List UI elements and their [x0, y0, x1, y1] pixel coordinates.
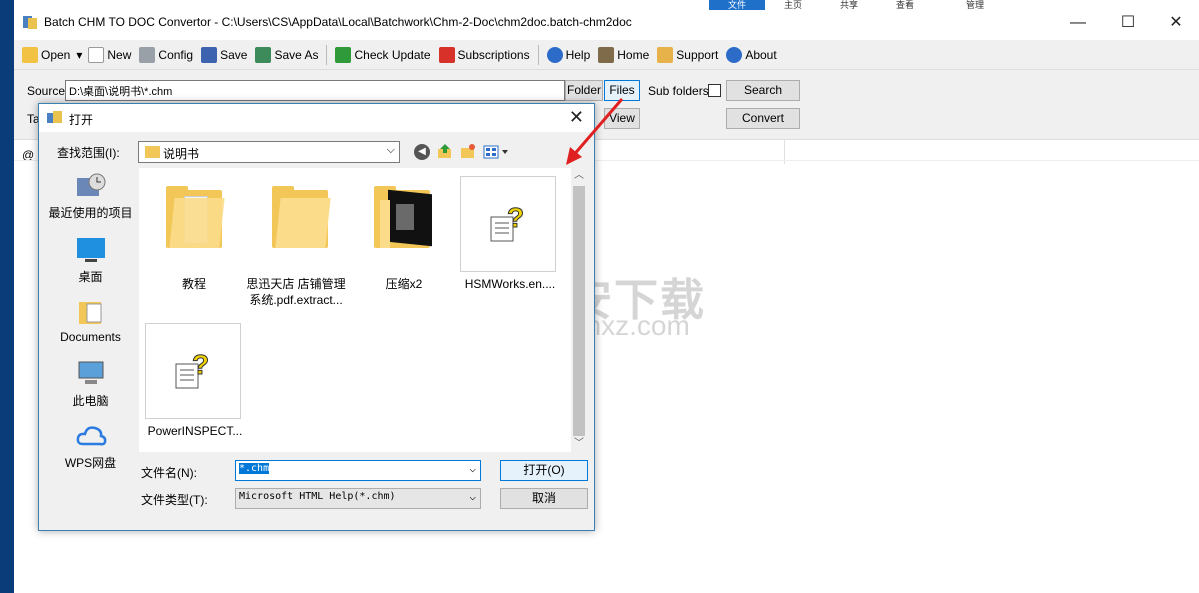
- open-icon: [22, 46, 38, 63]
- about-button[interactable]: About: [722, 42, 780, 68]
- save-icon: [201, 46, 218, 63]
- ribbon-tab-share[interactable]: 共享: [821, 0, 877, 10]
- subscriptions-button[interactable]: Subscriptions: [435, 42, 534, 68]
- filetype-label: 文件类型(T):: [141, 493, 208, 507]
- ribbon-tab-file[interactable]: 文件: [709, 0, 765, 10]
- filename-input[interactable]: *.chm ⌵: [235, 460, 481, 481]
- open-file-dialog: 打开 ✕ 查找范围(I): 说明书 ⌵ ◀ 最近使用的项目 桌面 Documen…: [38, 103, 595, 531]
- desktop-icon: [75, 236, 107, 264]
- subfolders-checkbox[interactable]: [708, 84, 721, 97]
- ribbon-tab-manage[interactable]: 管理: [947, 0, 1003, 10]
- info-icon: [726, 46, 743, 63]
- folder-icon: [145, 146, 160, 158]
- scroll-thumb[interactable]: [573, 186, 585, 436]
- folder-icon: [166, 186, 225, 248]
- filetype-select[interactable]: Microsoft HTML Help(*.chm) ⌵: [235, 488, 481, 509]
- filename-value: *.chm: [239, 463, 270, 474]
- recent-icon: [75, 172, 107, 200]
- title-bar: Batch CHM TO DOC Convertor - C:\Users\CS…: [14, 0, 1199, 44]
- chevron-down-icon: ⌵: [386, 144, 395, 156]
- new-folder-icon[interactable]: [460, 143, 476, 159]
- open-file-button[interactable]: 打开(O): [500, 460, 588, 481]
- chm-file-icon: ?: [145, 323, 241, 419]
- subscriptions-icon: [438, 46, 455, 63]
- lookin-combobox[interactable]: 说明书 ⌵: [138, 141, 400, 163]
- place-recent[interactable]: 最近使用的项目: [43, 172, 138, 221]
- lookin-value: 说明书: [163, 147, 200, 161]
- update-icon: [335, 46, 352, 63]
- dialog-bottom: 文件名(N): *.chm ⌵ 文件类型(T): Microsoft HTML …: [139, 454, 588, 526]
- scroll-up-icon[interactable]: ︿: [571, 168, 587, 184]
- open-button[interactable]: Open: [18, 42, 74, 68]
- file-item-folder[interactable]: 思迅天店 店铺管理 系统.pdf.extract...: [246, 180, 346, 310]
- minimize-button[interactable]: —: [1055, 12, 1101, 36]
- svg-text:?: ?: [192, 349, 209, 380]
- support-icon: [657, 46, 674, 63]
- chevron-down-icon: ⌵: [469, 462, 476, 475]
- filetype-value: Microsoft HTML Help(*.chm): [239, 491, 396, 502]
- toolbar-separator: [537, 44, 539, 65]
- save-as-icon: [255, 46, 272, 63]
- toolbar: Open ▾ New Config Save Save As Check Upd…: [14, 40, 1199, 70]
- check-update-button[interactable]: Check Update: [331, 42, 434, 68]
- annotation-arrow: [566, 98, 624, 165]
- place-documents[interactable]: Documents: [43, 298, 138, 344]
- desktop-background: [0, 0, 14, 593]
- ribbon-tabs: 文件 主页 共享 查看 管理: [709, 0, 1003, 12]
- lookin-label: 查找范围(I):: [57, 146, 120, 160]
- convert-button[interactable]: Convert: [726, 108, 800, 129]
- file-item-folder[interactable]: 教程: [144, 180, 244, 291]
- dialog-app-icon: [47, 111, 63, 125]
- close-button[interactable]: ✕: [1153, 12, 1199, 36]
- search-button[interactable]: Search: [726, 80, 800, 101]
- back-icon[interactable]: ◀: [414, 144, 430, 160]
- computer-icon: [75, 360, 107, 388]
- config-button[interactable]: Config: [135, 42, 197, 68]
- open-dropdown-button[interactable]: ▾: [74, 42, 84, 68]
- save-as-button[interactable]: Save As: [251, 42, 322, 68]
- home-button[interactable]: Home: [594, 42, 653, 68]
- window-title: Batch CHM TO DOC Convertor - C:\Users\CS…: [44, 15, 632, 29]
- file-list: 教程 思迅天店 店铺管理 系统.pdf.extract... 压缩x2 ? HS…: [139, 168, 586, 452]
- dropdown-arrow-icon: ▾: [76, 47, 83, 62]
- view-menu-icon[interactable]: [483, 144, 511, 160]
- file-item-chm[interactable]: ? PowerINSPECT...: [145, 323, 245, 441]
- file-list-scrollbar[interactable]: ︿ ﹀: [571, 168, 587, 452]
- home-icon: [598, 46, 615, 63]
- source-input[interactable]: D:\桌面\说明书\*.chm: [65, 80, 565, 101]
- cancel-button[interactable]: 取消: [500, 488, 588, 509]
- scroll-down-icon[interactable]: ﹀: [571, 436, 587, 452]
- toolbar-separator: [326, 44, 328, 65]
- chevron-down-icon: ⌵: [469, 490, 476, 503]
- places-bar: 最近使用的项目 桌面 Documents 此电脑 WPS网盘: [43, 164, 138, 526]
- dialog-title-bar: 打开 ✕: [39, 104, 594, 132]
- place-this-pc[interactable]: 此电脑: [43, 360, 138, 409]
- maximize-button[interactable]: ☐: [1105, 12, 1151, 36]
- config-icon: [139, 46, 156, 63]
- subfolders-label: Sub folders: [648, 84, 709, 98]
- documents-icon: [75, 298, 107, 326]
- file-item-folder[interactable]: 压缩x2: [354, 180, 454, 291]
- filename-label: 文件名(N):: [141, 466, 197, 480]
- chm-file-icon: ?: [460, 176, 556, 272]
- svg-text:?: ?: [507, 202, 524, 233]
- new-button[interactable]: New: [84, 42, 135, 68]
- help-icon: [546, 46, 563, 63]
- cloud-icon: [75, 422, 107, 450]
- folder-icon: [272, 186, 331, 248]
- folder-icon: [374, 186, 432, 248]
- help-button[interactable]: Help: [543, 42, 595, 68]
- dialog-title: 打开: [69, 113, 94, 127]
- place-desktop[interactable]: 桌面: [43, 236, 138, 285]
- place-wps-cloud[interactable]: WPS网盘: [43, 422, 138, 471]
- ribbon-tab-home[interactable]: 主页: [765, 0, 821, 10]
- ribbon-tab-view[interactable]: 查看: [877, 0, 933, 10]
- save-button[interactable]: Save: [197, 42, 251, 68]
- file-item-chm[interactable]: ? HSMWorks.en....: [460, 176, 560, 294]
- support-button[interactable]: Support: [653, 42, 722, 68]
- up-folder-icon[interactable]: [437, 143, 453, 159]
- app-icon: [22, 14, 38, 30]
- source-label: Source: [27, 84, 66, 98]
- new-icon: [88, 46, 105, 63]
